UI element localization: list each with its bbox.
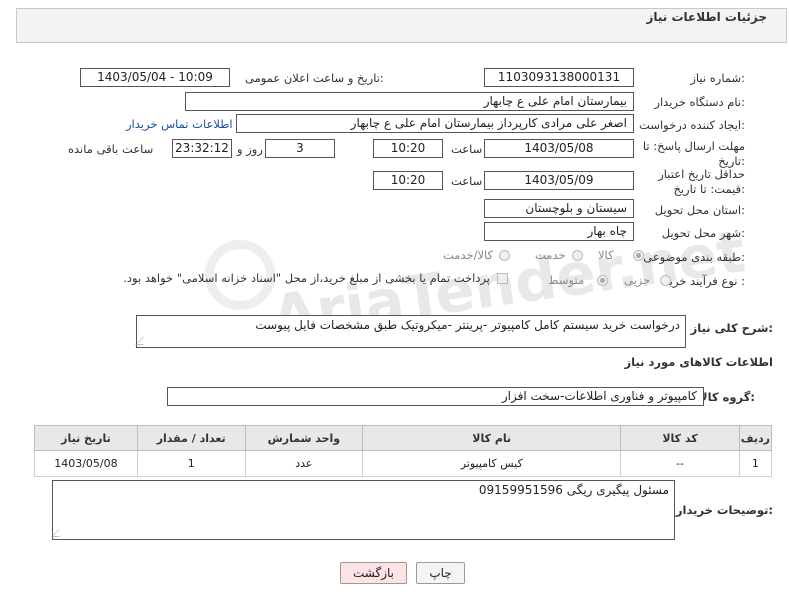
cell-item-name: کیس کامپیوتر [362, 450, 622, 477]
buyer-org-label: نام دستگاه خریدار: [654, 95, 745, 109]
table-row: 1 -- کیس کامپیوتر عدد 1 1403/05/08 [34, 450, 773, 477]
col-item-code: کد کالا [620, 425, 740, 451]
panel-title: جزئیات اطلاعات نیاز [646, 10, 767, 24]
price-validity-label: حداقل تاریخ اعتبار قیمت: تا تاریخ: [658, 167, 745, 196]
remaining-time-field[interactable]: 23:32:12 [172, 139, 232, 158]
col-item-name: نام کالا [362, 425, 622, 451]
purchase-type-label: نوع فرآیند خرید : [663, 274, 745, 288]
cell-item-code: -- [620, 450, 740, 477]
buyer-org-field[interactable]: بیمارستان امام علی ع چابهار [185, 92, 634, 111]
cell-quantity: 1 [136, 450, 246, 477]
resize-grip-icon[interactable] [51, 529, 67, 537]
description-text: درخواست خرید سیستم کامل کامپیوتر -پرینتر… [255, 318, 680, 332]
cell-row-number: 1 [738, 450, 773, 477]
remaining-hours-label: ساعت باقی مانده [68, 142, 154, 156]
treasury-payment-note: پرداخت تمام یا بخشی از مبلغ خرید،از محل … [123, 271, 490, 285]
print-button[interactable]: چاپ [416, 562, 465, 584]
category-option-service: خدمت [535, 248, 566, 262]
back-button[interactable]: بازگشت [340, 562, 407, 584]
price-validity-time-label: ساعت [451, 174, 483, 188]
requester-label: ایجاد کننده درخواست: [639, 118, 745, 132]
announce-datetime-value: 1403/05/04 - 10:09 [97, 70, 213, 84]
city-label: شهر محل تحویل: [661, 226, 745, 240]
cell-unit: عدد [244, 450, 364, 477]
city-field[interactable]: چاه بهار [484, 222, 634, 241]
description-textarea[interactable]: درخواست خرید سیستم کامل کامپیوتر -پرینتر… [135, 315, 686, 348]
items-table: ردیف کد کالا نام کالا واحد شمارش تعداد /… [34, 425, 773, 477]
treasury-payment-checkbox[interactable] [497, 273, 508, 284]
announce-datetime-field[interactable]: 1403/05/04 - 10:09 [80, 68, 230, 87]
price-validity-time-field[interactable]: 10:20 [373, 171, 443, 190]
cell-need-date: 1403/05/08 [34, 450, 138, 477]
purchase-option-medium: متوسط [548, 273, 585, 287]
col-need-date: تاریخ نیاز [34, 425, 138, 451]
goods-group-label: گروه کالا: [699, 390, 755, 404]
goods-section-title: اطلاعات کالاهای مورد نیاز [624, 355, 773, 369]
col-row-number: ردیف [738, 425, 773, 451]
need-number-label: شماره نیاز: [690, 71, 745, 85]
col-quantity: تعداد / مقدار [136, 425, 246, 451]
days-and-label: روز و [237, 142, 263, 156]
purchase-radio-medium[interactable] [597, 275, 608, 286]
category-radio-service[interactable] [572, 250, 583, 261]
province-field[interactable]: سیستان و بلوچستان [484, 199, 634, 218]
category-option-goods-service: کالا/خدمت [443, 248, 494, 262]
need-number-field[interactable]: 1103093138000131 [484, 68, 634, 87]
price-validity-date-field[interactable]: 1403/05/09 [484, 171, 634, 190]
buyer-contact-link[interactable]: اطلاعات تماس خریدار [126, 117, 233, 131]
reply-deadline-time-field[interactable]: 10:20 [373, 139, 443, 158]
announce-datetime-label: تاریخ و ساعت اعلان عمومی: [245, 71, 384, 85]
category-label: طبقه بندی موضوعی: [643, 250, 745, 264]
category-option-goods: کالا [598, 248, 614, 262]
purchase-option-minor: جزیی [624, 273, 651, 287]
requester-field[interactable]: اصغر علی مرادی کارپرداز بیمارستان امام ع… [236, 114, 634, 133]
col-unit: واحد شمارش [244, 425, 364, 451]
remaining-days-field[interactable]: 3 [265, 139, 335, 158]
reply-deadline-time-label: ساعت [451, 142, 483, 156]
province-label: استان محل تحویل: [654, 203, 745, 217]
buyer-notes-textarea[interactable]: مسئول پیگیری ریگی 09159951596 [51, 480, 675, 540]
buyer-notes-text: مسئول پیگیری ریگی 09159951596 [478, 483, 669, 497]
buyer-notes-label: توضیحات خریدار: [675, 503, 773, 517]
reply-deadline-label-line1: مهلت ارسال پاسخ: تا تاریخ: [642, 139, 745, 168]
category-radio-goods[interactable] [633, 250, 644, 261]
goods-group-field[interactable]: کامپیوتر و فناوری اطلاعات-سخت افزار [167, 387, 704, 406]
category-radio-goods-service[interactable] [499, 250, 510, 261]
resize-grip-icon[interactable] [135, 337, 151, 345]
reply-deadline-date-field[interactable]: 1403/05/08 [484, 139, 634, 158]
items-table-header: ردیف کد کالا نام کالا واحد شمارش تعداد /… [34, 425, 773, 451]
purchase-radio-minor[interactable] [660, 275, 671, 286]
description-label: شرح کلی نیاز: [690, 321, 773, 335]
